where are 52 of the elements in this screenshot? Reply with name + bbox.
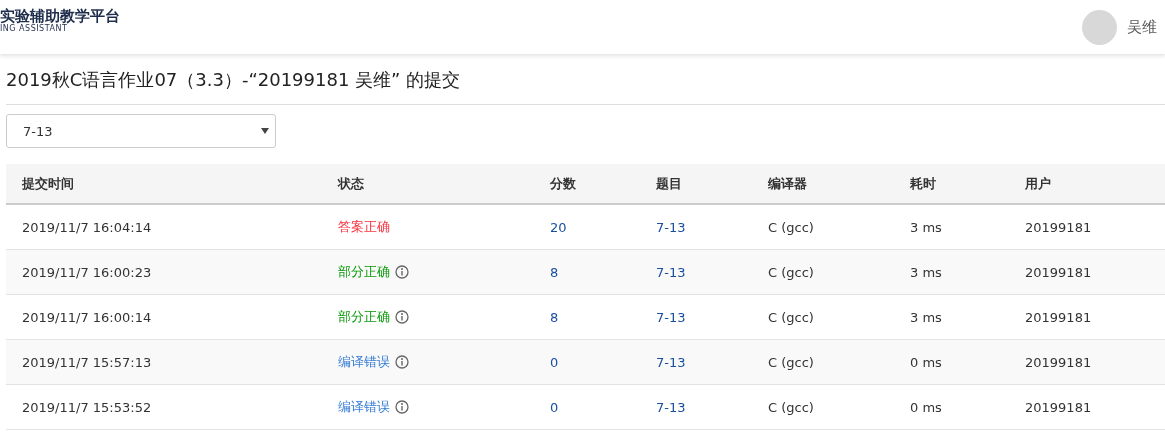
problem-select[interactable]: 7-13 <box>6 114 276 148</box>
info-icon[interactable] <box>395 265 409 279</box>
table-cell-text: C (gcc) <box>768 309 815 325</box>
logo-title: 实验辅助教学平台 <box>0 7 120 25</box>
status-link[interactable]: 编译错误 <box>338 398 390 416</box>
table-cell-text: 0 ms <box>910 354 943 370</box>
table-cell-text: 3 ms <box>910 264 943 280</box>
table-cell-text: 20199181 <box>1025 309 1093 325</box>
column-header: 状态 <box>338 174 365 193</box>
table-cell-text: 20199181 <box>1025 354 1093 370</box>
caret-icon <box>261 128 269 134</box>
column-header: 题目 <box>656 174 683 193</box>
table-cell-text: 20199181 <box>1025 264 1093 280</box>
table-cell-text: 2019/11/7 16:00:23 <box>22 264 153 280</box>
table-cell-text: C (gcc) <box>768 399 815 415</box>
score-link[interactable]: 20 <box>550 219 656 235</box>
problem-link[interactable]: 7-13 <box>656 219 768 235</box>
score-link[interactable]: 8 <box>550 309 656 325</box>
table-cell-text: C (gcc) <box>768 264 815 280</box>
user-name[interactable]: 吴维 <box>1127 17 1157 37</box>
info-icon[interactable] <box>395 400 409 414</box>
table-cell-text: C (gcc) <box>768 219 815 235</box>
column-header: 耗时 <box>910 174 937 193</box>
table-cell-text: 2019/11/7 16:04:14 <box>22 219 153 235</box>
column-header: 用户 <box>1025 174 1052 193</box>
column-header: 分数 <box>550 174 577 193</box>
table-cell-text: 20199181 <box>1025 399 1093 415</box>
info-icon[interactable] <box>395 355 409 369</box>
table-cell-text: 2019/11/7 15:53:52 <box>22 399 153 415</box>
problem-link[interactable]: 7-13 <box>656 309 768 325</box>
table-cell-text: 0 ms <box>910 399 943 415</box>
info-icon[interactable] <box>395 310 409 324</box>
column-header: 编译器 <box>768 174 808 193</box>
table-cell-text: 2019/11/7 16:00:14 <box>22 309 153 325</box>
problem-link[interactable]: 7-13 <box>656 399 768 415</box>
column-header: 提交时间 <box>22 174 75 193</box>
table-cell-text: 20199181 <box>1025 219 1093 235</box>
status-link[interactable]: 部分正确 <box>338 308 390 326</box>
logo-subtitle: ING ASSISTANT <box>0 25 68 33</box>
page-title: 2019秋C语言作业07（3.3）-“20199181 吴维” 的提交 <box>6 54 1165 105</box>
problem-link[interactable]: 7-13 <box>656 264 768 280</box>
score-link[interactable]: 0 <box>550 399 656 415</box>
problem-link[interactable]: 7-13 <box>656 354 768 370</box>
status-link[interactable]: 答案正确 <box>338 218 390 236</box>
score-link[interactable]: 0 <box>550 354 656 370</box>
table-cell-text: 3 ms <box>910 309 943 325</box>
score-link[interactable]: 8 <box>550 264 656 280</box>
status-link[interactable]: 部分正确 <box>338 263 390 281</box>
table-cell-text: 3 ms <box>910 219 943 235</box>
table-cell-text: 2019/11/7 15:57:13 <box>22 354 153 370</box>
status-link[interactable]: 编译错误 <box>338 353 390 371</box>
table-cell-text: C (gcc) <box>768 354 815 370</box>
